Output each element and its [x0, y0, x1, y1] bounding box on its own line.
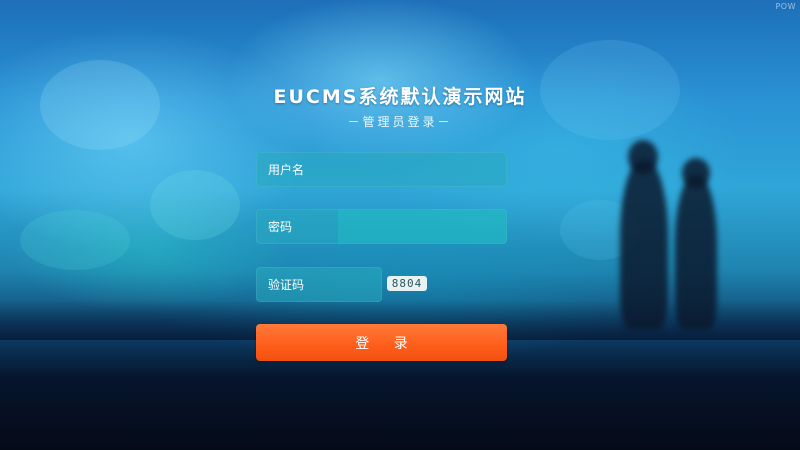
- background-silhouette: [675, 175, 717, 330]
- background-silhouette: [620, 160, 668, 330]
- captcha-input[interactable]: [256, 267, 382, 302]
- username-input[interactable]: [256, 152, 507, 187]
- background-bokeh: [150, 170, 240, 240]
- captcha-field: [256, 267, 382, 302]
- page-title: EUCMS系统默认演示网站: [273, 86, 527, 108]
- captcha-image[interactable]: 8804: [387, 276, 427, 291]
- background-bokeh: [20, 210, 130, 270]
- login-button[interactable]: 登 录: [256, 324, 507, 361]
- username-field: [256, 152, 507, 187]
- password-input[interactable]: [256, 209, 507, 244]
- page-subtitle: －管理员登录－: [347, 115, 453, 129]
- login-page: POW EUCMS系统默认演示网站 －管理员登录－ 8804 登 录: [0, 0, 800, 450]
- powered-by-text: POW: [775, 2, 796, 11]
- password-field: [256, 209, 507, 244]
